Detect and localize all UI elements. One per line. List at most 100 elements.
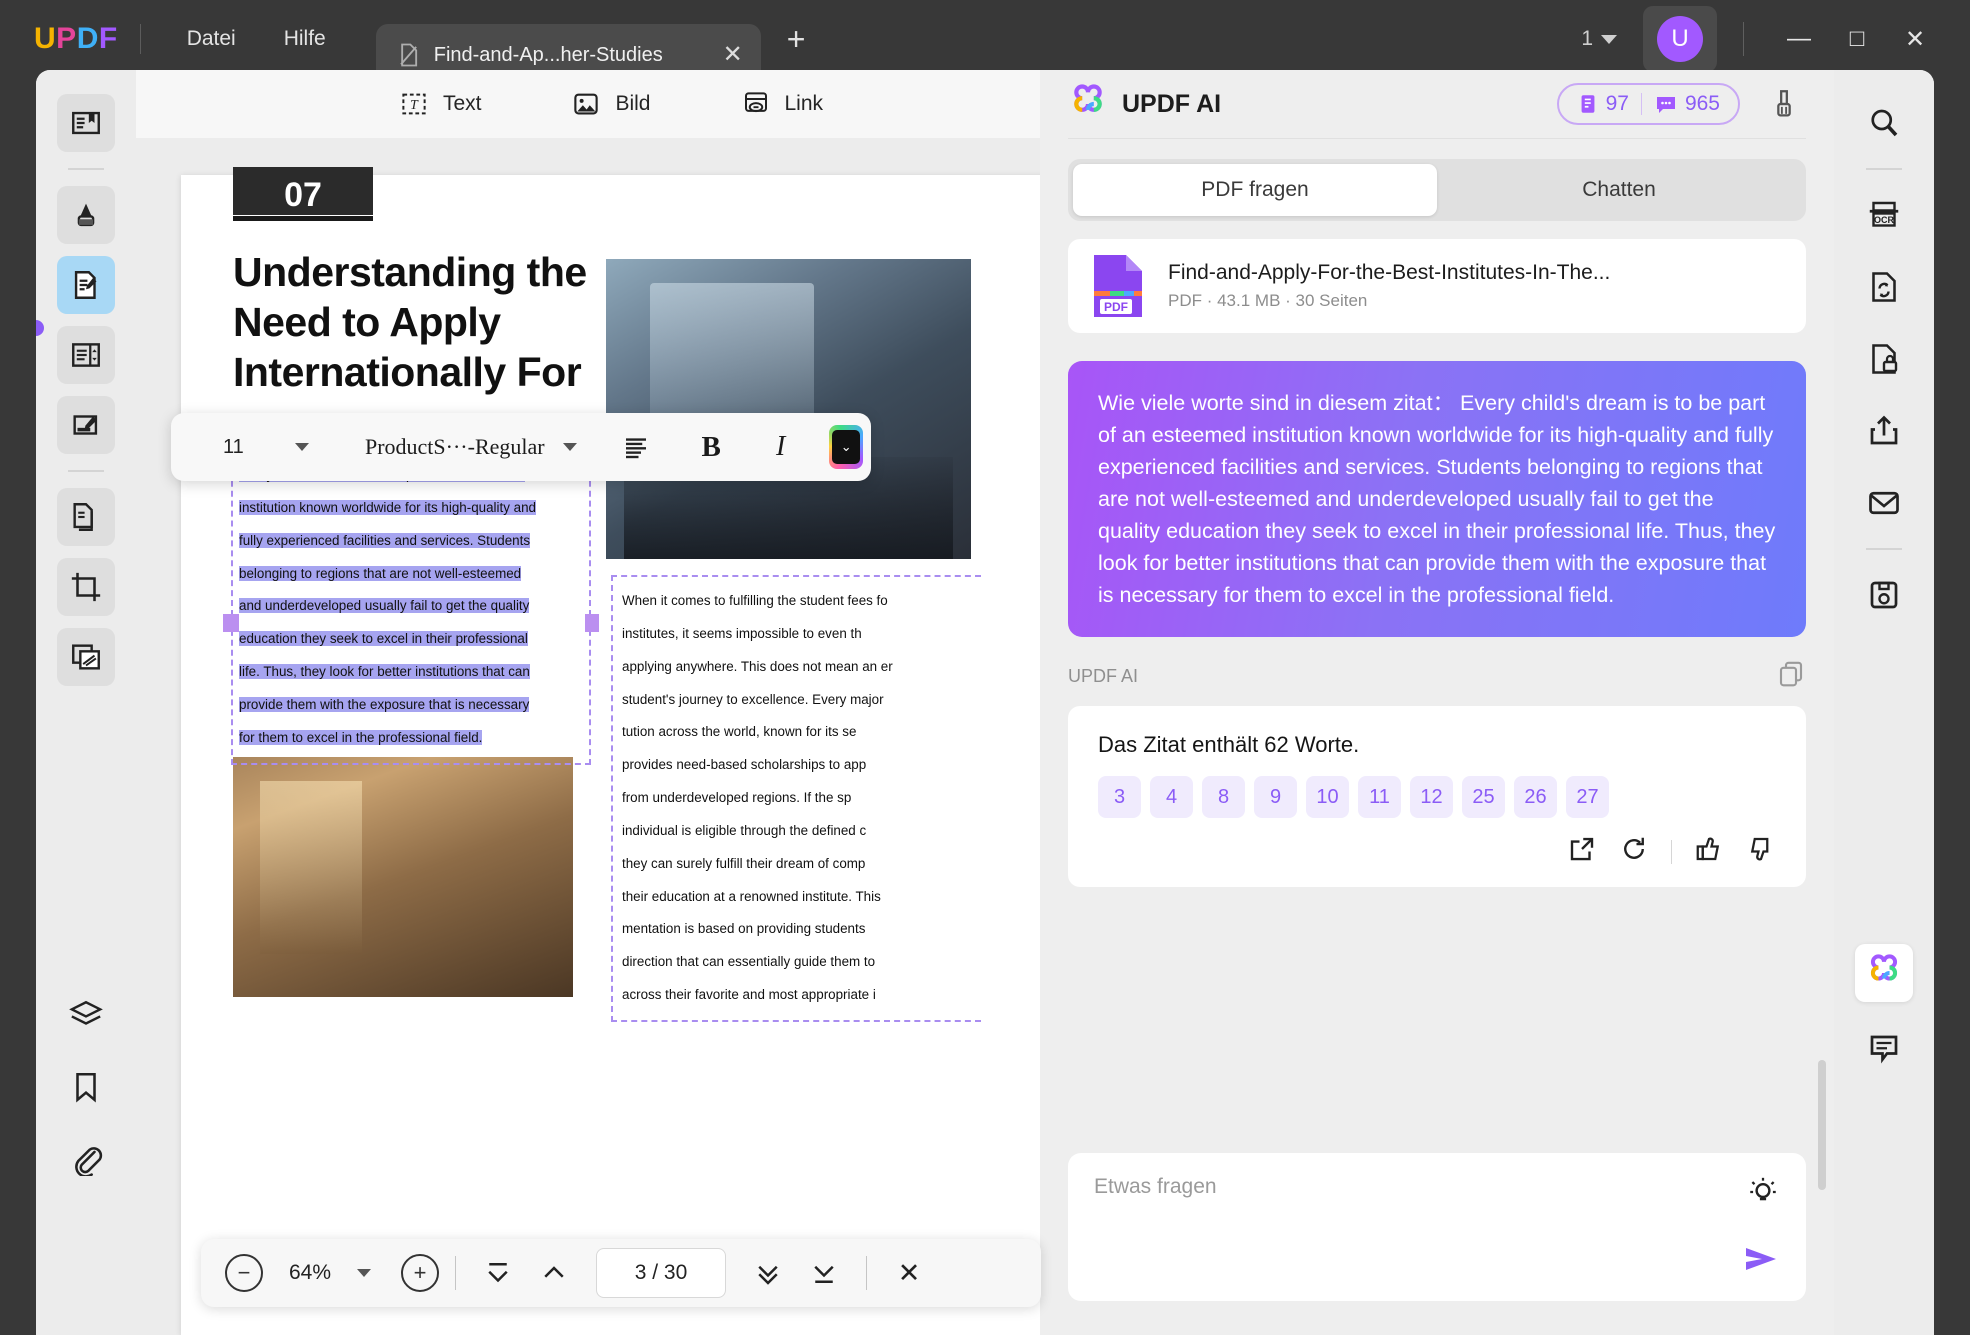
page-chip[interactable]: 8 (1202, 776, 1245, 818)
page-chip[interactable]: 9 (1254, 776, 1297, 818)
align-justify-button[interactable] (611, 424, 660, 470)
body-text-column[interactable]: When it comes to fulfilling the student … (611, 575, 981, 1022)
account-button[interactable]: U (1643, 6, 1717, 72)
font-name-chevron-down-icon[interactable] (563, 443, 577, 451)
brush-icon[interactable] (1762, 82, 1806, 126)
copy-pages-icon (69, 500, 103, 534)
menu-datei[interactable]: Datei (163, 19, 260, 59)
sidebar-item-edit-pdf[interactable] (57, 256, 115, 314)
font-size-value[interactable]: 11 (179, 436, 295, 459)
page-chip[interactable]: 27 (1566, 776, 1609, 818)
page-chip[interactable]: 12 (1410, 776, 1453, 818)
tool-bild[interactable]: Bild (571, 89, 650, 119)
ocr-icon: OCR (1866, 197, 1902, 233)
close-toolbar-icon[interactable]: ✕ (883, 1250, 935, 1296)
close-icon[interactable]: ✕ (723, 43, 743, 67)
jump-to-first-icon[interactable] (472, 1250, 524, 1296)
account-count: 1 (1581, 27, 1593, 51)
sidebar-item-batch-tool[interactable] (57, 628, 115, 686)
lightbulb-icon[interactable] (1746, 1175, 1780, 1214)
zoom-out-button[interactable]: − (225, 1254, 263, 1292)
document-pencil-icon (69, 268, 103, 302)
bold-button[interactable]: B (686, 424, 735, 470)
sidebar-item-updf-ai[interactable] (1855, 944, 1913, 1002)
text-box-icon: T (399, 89, 429, 119)
updf-ai-flower-icon (1068, 84, 1108, 124)
chevron-down-icon[interactable] (1601, 35, 1617, 44)
pdf-page[interactable]: 07 Understanding the Need to Apply Inter… (181, 175, 1091, 1335)
zoom-in-button[interactable]: + (401, 1254, 439, 1292)
menu-hilfe[interactable]: Hilfe (260, 19, 350, 59)
minimize-icon[interactable]: — (1770, 15, 1828, 63)
external-link-icon[interactable] (1567, 834, 1597, 869)
maximize-icon[interactable]: □ (1828, 15, 1886, 63)
selected-line: fully experienced facilities and service… (239, 525, 583, 558)
mail-icon (1866, 485, 1902, 521)
ai-mode-tabs: PDF fragen Chatten (1068, 159, 1806, 221)
zoom-chevron-down-icon[interactable] (357, 1269, 371, 1277)
send-arrow-icon[interactable] (1742, 1244, 1780, 1279)
sidebar-item-search[interactable] (1855, 94, 1913, 152)
sidebar-item-bookmarks[interactable] (57, 1058, 115, 1116)
selected-line: for them to excel in the professional fi… (239, 722, 583, 755)
credits-divider (1641, 93, 1642, 115)
sidebar-item-convert[interactable] (1855, 258, 1913, 316)
font-size-chevron-down-icon[interactable] (295, 443, 309, 451)
tool-text[interactable]: T Text (399, 89, 482, 119)
page-indicator[interactable]: 3 / 30 (596, 1248, 726, 1298)
column-line: from underdeveloped regions. If the sp (622, 782, 981, 815)
selection-handle-right[interactable] (585, 614, 599, 632)
page-chip[interactable]: 3 (1098, 776, 1141, 818)
document-viewport[interactable]: 07 Understanding the Need to Apply Inter… (136, 138, 1140, 1335)
tab-chatten[interactable]: Chatten (1437, 164, 1801, 216)
sidebar-item-layers[interactable] (57, 986, 115, 1044)
ai-answer-text: Das Zitat enthält 62 Worte. (1098, 732, 1776, 758)
chevron-down-icon[interactable] (742, 1250, 794, 1296)
sidebar-item-crop-tool[interactable] (57, 558, 115, 616)
document-sync-icon (1866, 269, 1902, 305)
text-color-picker-icon[interactable]: ⌄ (829, 425, 863, 469)
jump-to-last-icon[interactable] (798, 1250, 850, 1296)
thumbs-up-icon[interactable] (1694, 834, 1724, 869)
page-chip[interactable]: 25 (1462, 776, 1505, 818)
thumbs-down-icon[interactable] (1746, 834, 1776, 869)
logo-letter-f: F (99, 22, 118, 56)
italic-button[interactable]: I (756, 424, 805, 470)
ai-credits-badge[interactable]: 97 965 (1557, 83, 1740, 125)
refresh-icon[interactable] (1619, 834, 1649, 869)
copy-icon[interactable] (1776, 659, 1806, 694)
sidebar-item-comments[interactable] (1855, 1020, 1913, 1078)
sidebar-item-save[interactable] (1855, 566, 1913, 624)
tab-pdf-fragen[interactable]: PDF fragen (1073, 164, 1437, 216)
sidebar-item-page-organizer[interactable] (57, 326, 115, 384)
selected-line: life. Thus, they look for better institu… (239, 656, 583, 689)
selection-handle-left[interactable] (223, 614, 239, 632)
sidebar-item-ocr[interactable]: OCR (1855, 186, 1913, 244)
sidebar-item-attachments[interactable] (57, 1130, 115, 1188)
sidebar-item-protect[interactable] (1855, 330, 1913, 388)
sidebar-divider-2 (68, 470, 104, 472)
page-number-badge: 07 (233, 167, 373, 215)
titlebar-separator (1743, 22, 1744, 56)
sidebar-item-pages-tool[interactable] (57, 488, 115, 546)
chevron-up-icon[interactable] (528, 1250, 580, 1296)
page-chip[interactable]: 26 (1514, 776, 1557, 818)
window-close-icon[interactable]: ✕ (1886, 15, 1944, 63)
ai-answer-chips: 3 4 8 9 10 11 12 25 26 27 (1098, 776, 1776, 818)
ai-question-input[interactable]: Etwas fragen (1068, 1153, 1806, 1301)
sidebar-item-annotate-tool[interactable] (57, 396, 115, 454)
font-name-value[interactable]: ProductS···-Regular (347, 434, 563, 460)
page-chip[interactable]: 10 (1306, 776, 1349, 818)
attached-file-card[interactable]: PDF Find-and-Apply-For-the-Best-Institut… (1068, 239, 1806, 333)
selected-text-block[interactable]: Every child's dream is to be part of an … (231, 451, 591, 765)
sidebar-item-reader-mode[interactable] (57, 94, 115, 152)
page-chip[interactable]: 4 (1150, 776, 1193, 818)
page-chip[interactable]: 11 (1358, 776, 1401, 818)
book-bookmark-icon (69, 106, 103, 140)
sidebar-item-highlight-tool[interactable] (57, 186, 115, 244)
new-tab-button[interactable]: + (787, 21, 806, 58)
sidebar-item-share[interactable] (1855, 402, 1913, 460)
tool-link[interactable]: Link (741, 89, 824, 119)
sidebar-item-email[interactable] (1855, 474, 1913, 532)
ai-panel-scrollbar[interactable] (1818, 1060, 1826, 1190)
